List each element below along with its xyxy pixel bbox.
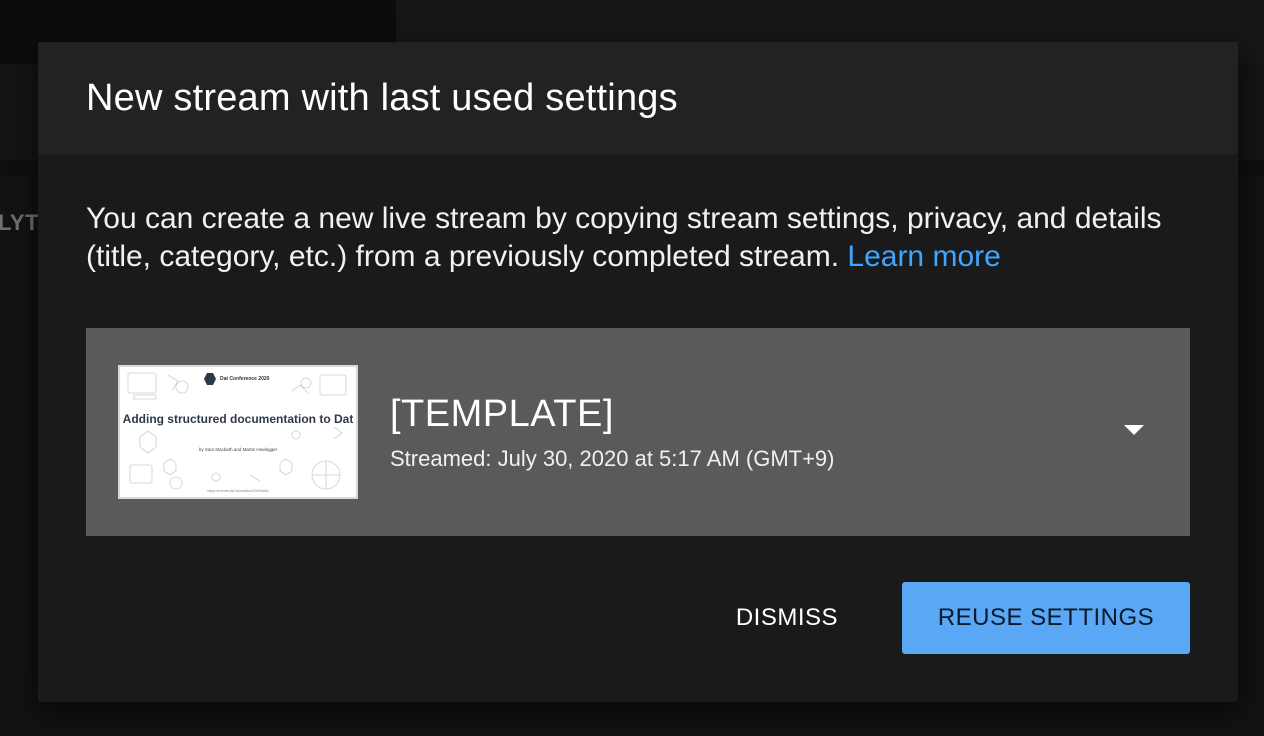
thumbnail-conference-label: Dat Conference 2020 [220,376,270,382]
caret-down-icon [1124,425,1144,435]
thumbnail-doodles-icon [127,372,347,490]
thumbnail-title: Adding structured documentation to Dat [122,412,354,426]
previous-stream-selector[interactable]: Dat Conference 2020 Adding structured do… [86,328,1190,536]
dialog-description: You can create a new live stream by copy… [86,200,1186,276]
stream-dropdown-button[interactable] [1114,410,1154,450]
dialog-title: New stream with last used settings [86,76,678,119]
stream-info: [TEMPLATE] Streamed: July 30, 2020 at 5:… [390,393,835,472]
dialog-body: You can create a new live stream by copy… [38,154,1238,536]
reuse-settings-dialog: New stream with last used settings You c… [38,42,1238,702]
thumbnail-conference-badge: Dat Conference 2020 [204,373,269,385]
background-partial-label: LYT [0,210,40,235]
dialog-header: New stream with last used settings [38,42,1238,154]
thumbnail-url: https://events.dat.foundation/2020/talks [207,489,269,493]
stream-title: [TEMPLATE] [390,392,614,435]
thumbnail-authors: by Sam Macbeth and Martin Heidegger [198,447,278,452]
dismiss-button[interactable]: DISMISS [716,582,858,654]
stream-date: Streamed: July 30, 2020 at 5:17 AM (GMT+… [390,445,835,471]
reuse-settings-button[interactable]: REUSE SETTINGS [902,582,1190,654]
stream-thumbnail: Dat Conference 2020 Adding structured do… [118,365,358,499]
dat-logo-icon [204,373,216,385]
learn-more-link[interactable]: Learn more [847,240,1000,273]
dialog-actions: DISMISS REUSE SETTINGS [716,582,1190,654]
